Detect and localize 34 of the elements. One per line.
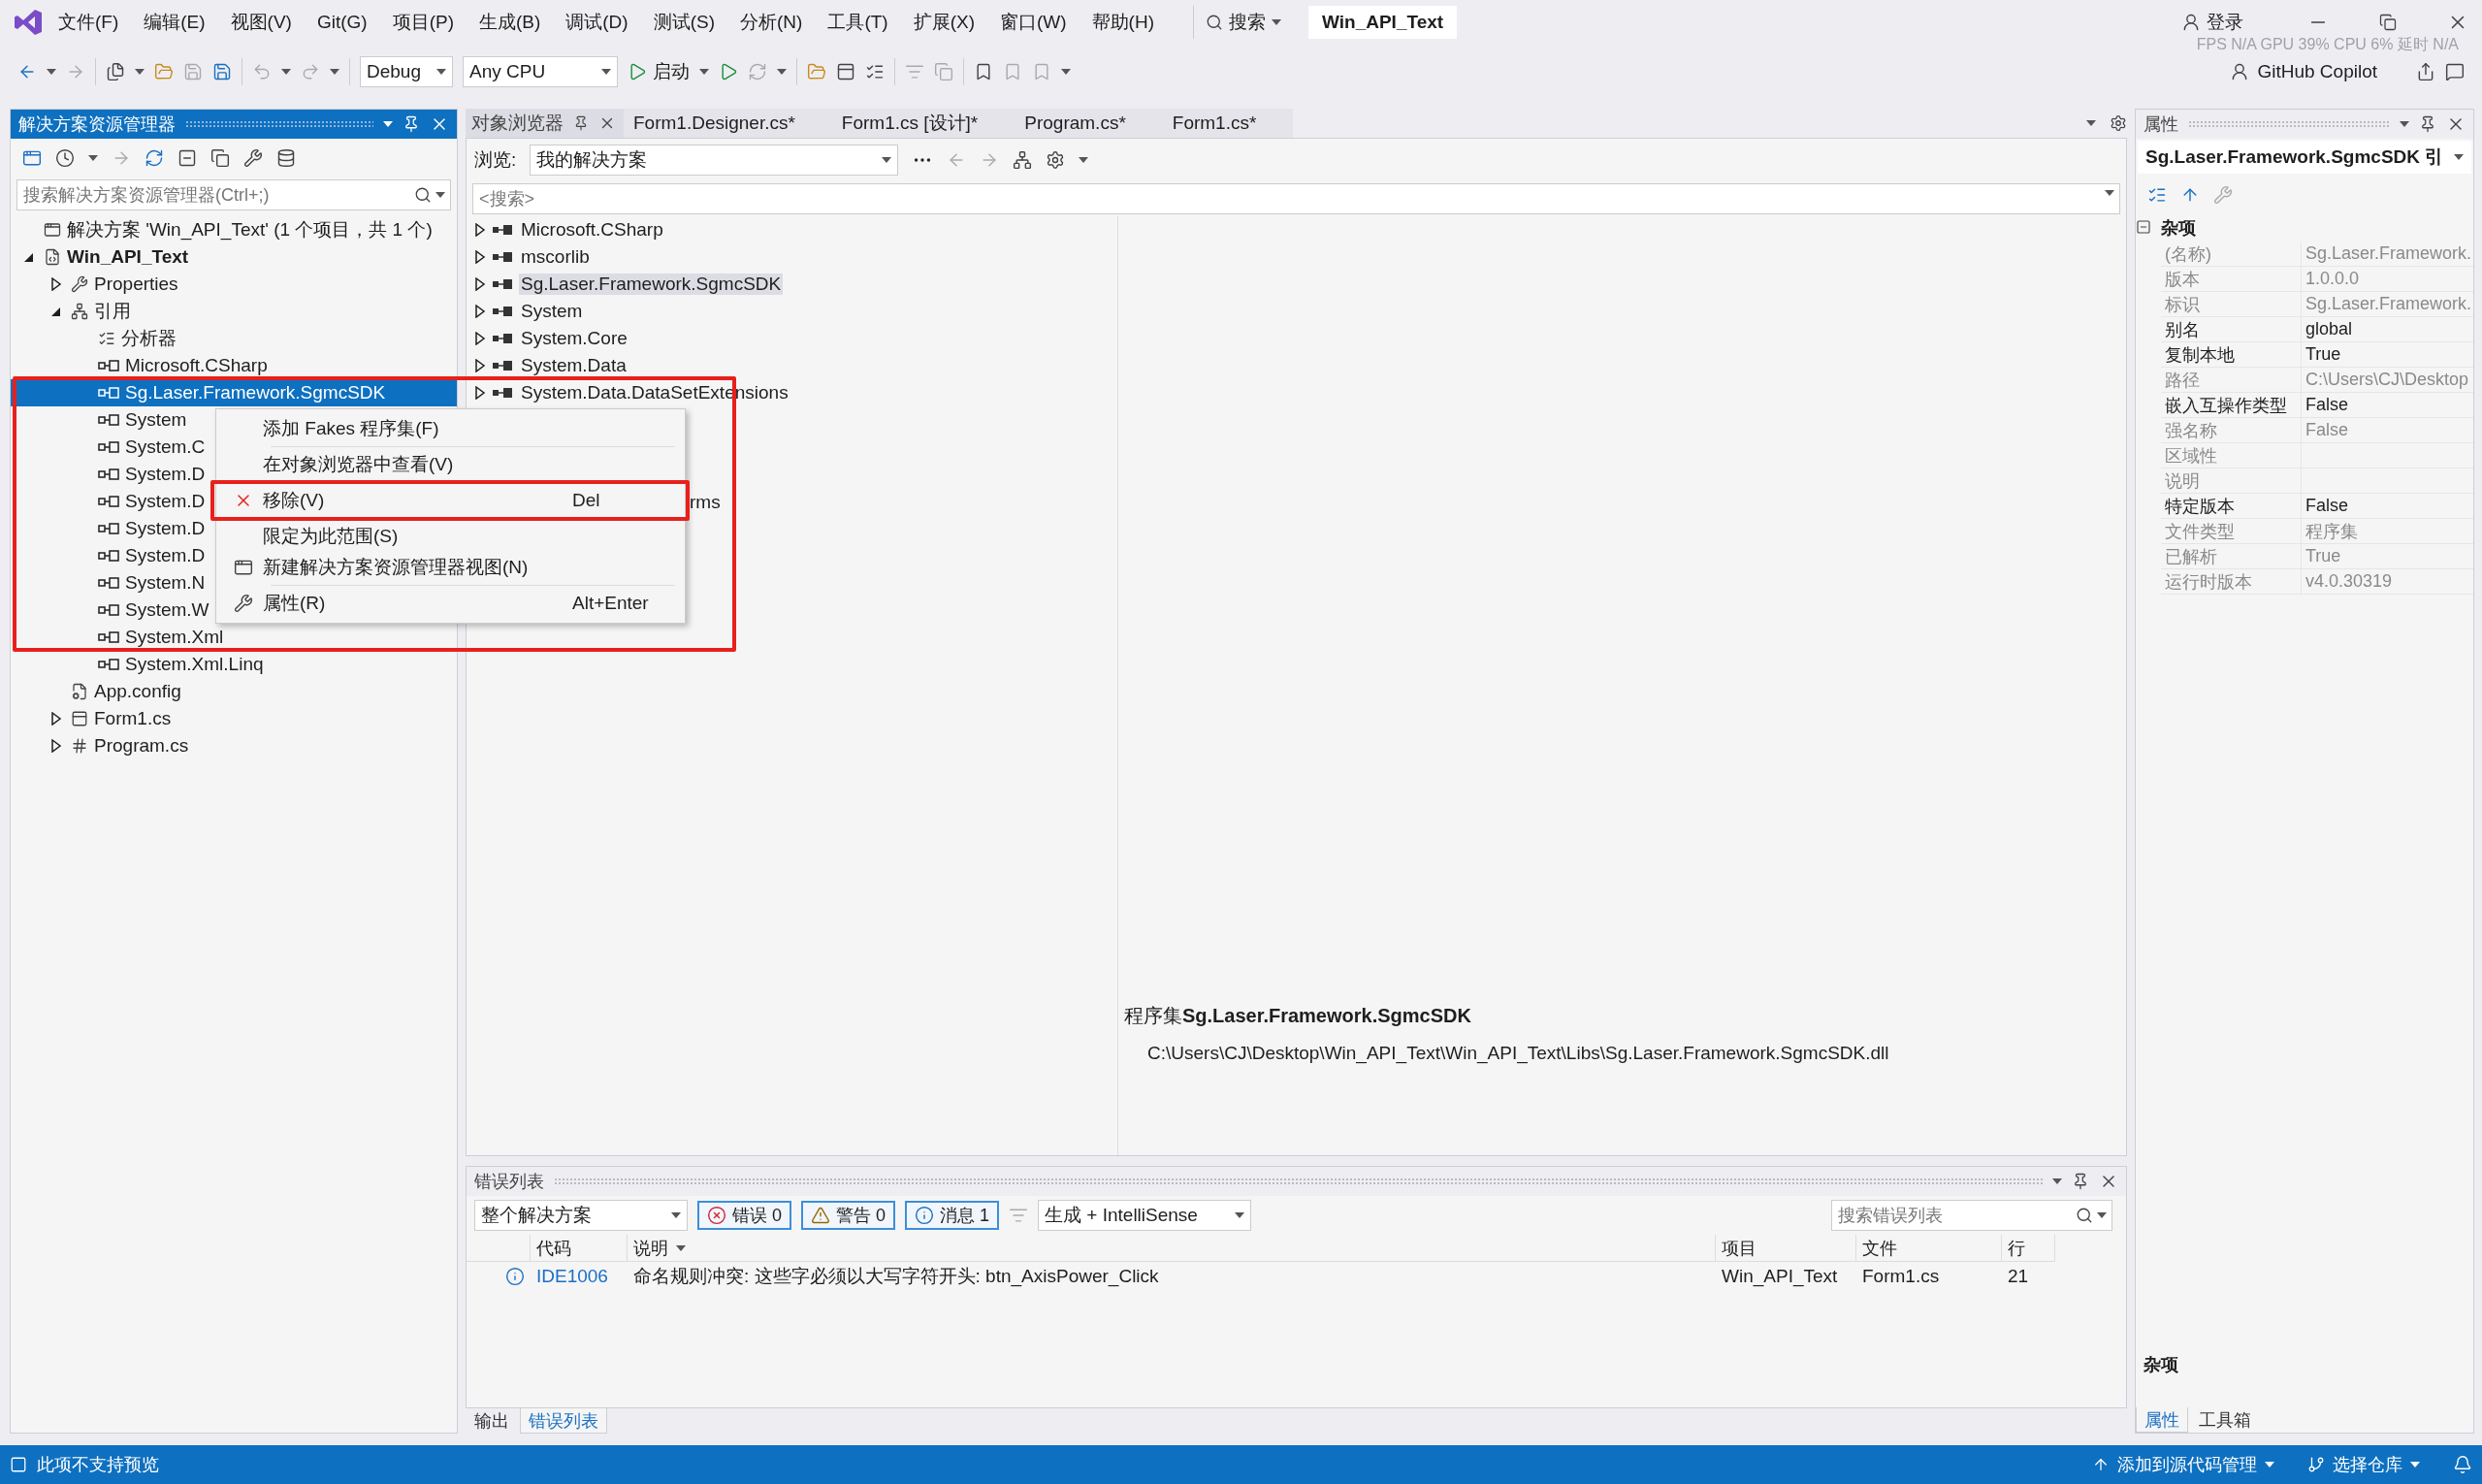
property-name: 嵌入互操作类型 xyxy=(2161,393,2302,418)
property-name: 说明 xyxy=(2161,468,2302,494)
column-title: 项目 xyxy=(1722,1237,1757,1260)
table-cell-text: Form1.cs xyxy=(1861,1265,1941,1288)
solution-title: Win_API_Text xyxy=(1308,6,1458,39)
status-message: 此项不支持预览 xyxy=(37,1454,159,1476)
property-name: (名称) xyxy=(2161,242,2302,267)
performance-overlay: FPS N/A GPU 39% CPU 6% 延时 N/A xyxy=(2196,35,2459,54)
panel-title: 错误列表 xyxy=(474,1171,544,1193)
table-cell-text: 21 xyxy=(2007,1265,2030,1288)
column-title: 行 xyxy=(2008,1237,2025,1260)
panel-title: 属性 xyxy=(2144,113,2178,136)
property-name: 运行时版本 xyxy=(2161,569,2302,595)
property-name: 区域性 xyxy=(2161,443,2302,468)
column-title: 文件 xyxy=(1862,1237,1897,1260)
property-name: 文件类型 xyxy=(2161,519,2302,544)
description-title: 杂项 xyxy=(2143,1354,2179,1376)
property-name: 已解析 xyxy=(2161,544,2302,569)
panel-title: 解决方案资源管理器 xyxy=(18,113,176,136)
property-name: 路径 xyxy=(2161,368,2302,393)
table-cell-text: 命名规则冲突: 这些字必须以大写字符开头: btn_AxisPower_Click xyxy=(632,1265,1160,1289)
assembly-path: C:\Users\CJ\Desktop\Win_API_Text\Win_API_Text\Libs\Sg.Laser.Framework.SgmcSDK.dll xyxy=(1146,1043,1890,1064)
category-title: 杂项 xyxy=(2161,217,2197,240)
table-cell-text: Win_API_Text xyxy=(1721,1265,1839,1289)
property-name: 版本 xyxy=(2161,267,2302,292)
column-title: 说明 xyxy=(633,1237,668,1260)
browse-label: 浏览: xyxy=(474,148,517,172)
property-name: 标识 xyxy=(2161,292,2302,317)
property-name: 强名称 xyxy=(2161,418,2302,443)
column-title: 代码 xyxy=(536,1237,571,1260)
property-name: 特定版本 xyxy=(2161,494,2302,519)
assembly-heading: 程序集Sg.Laser.Framework.SgmcSDK xyxy=(1124,1004,1472,1028)
property-name: 别名 xyxy=(2161,317,2302,342)
property-name: 复制本地 xyxy=(2161,342,2302,368)
